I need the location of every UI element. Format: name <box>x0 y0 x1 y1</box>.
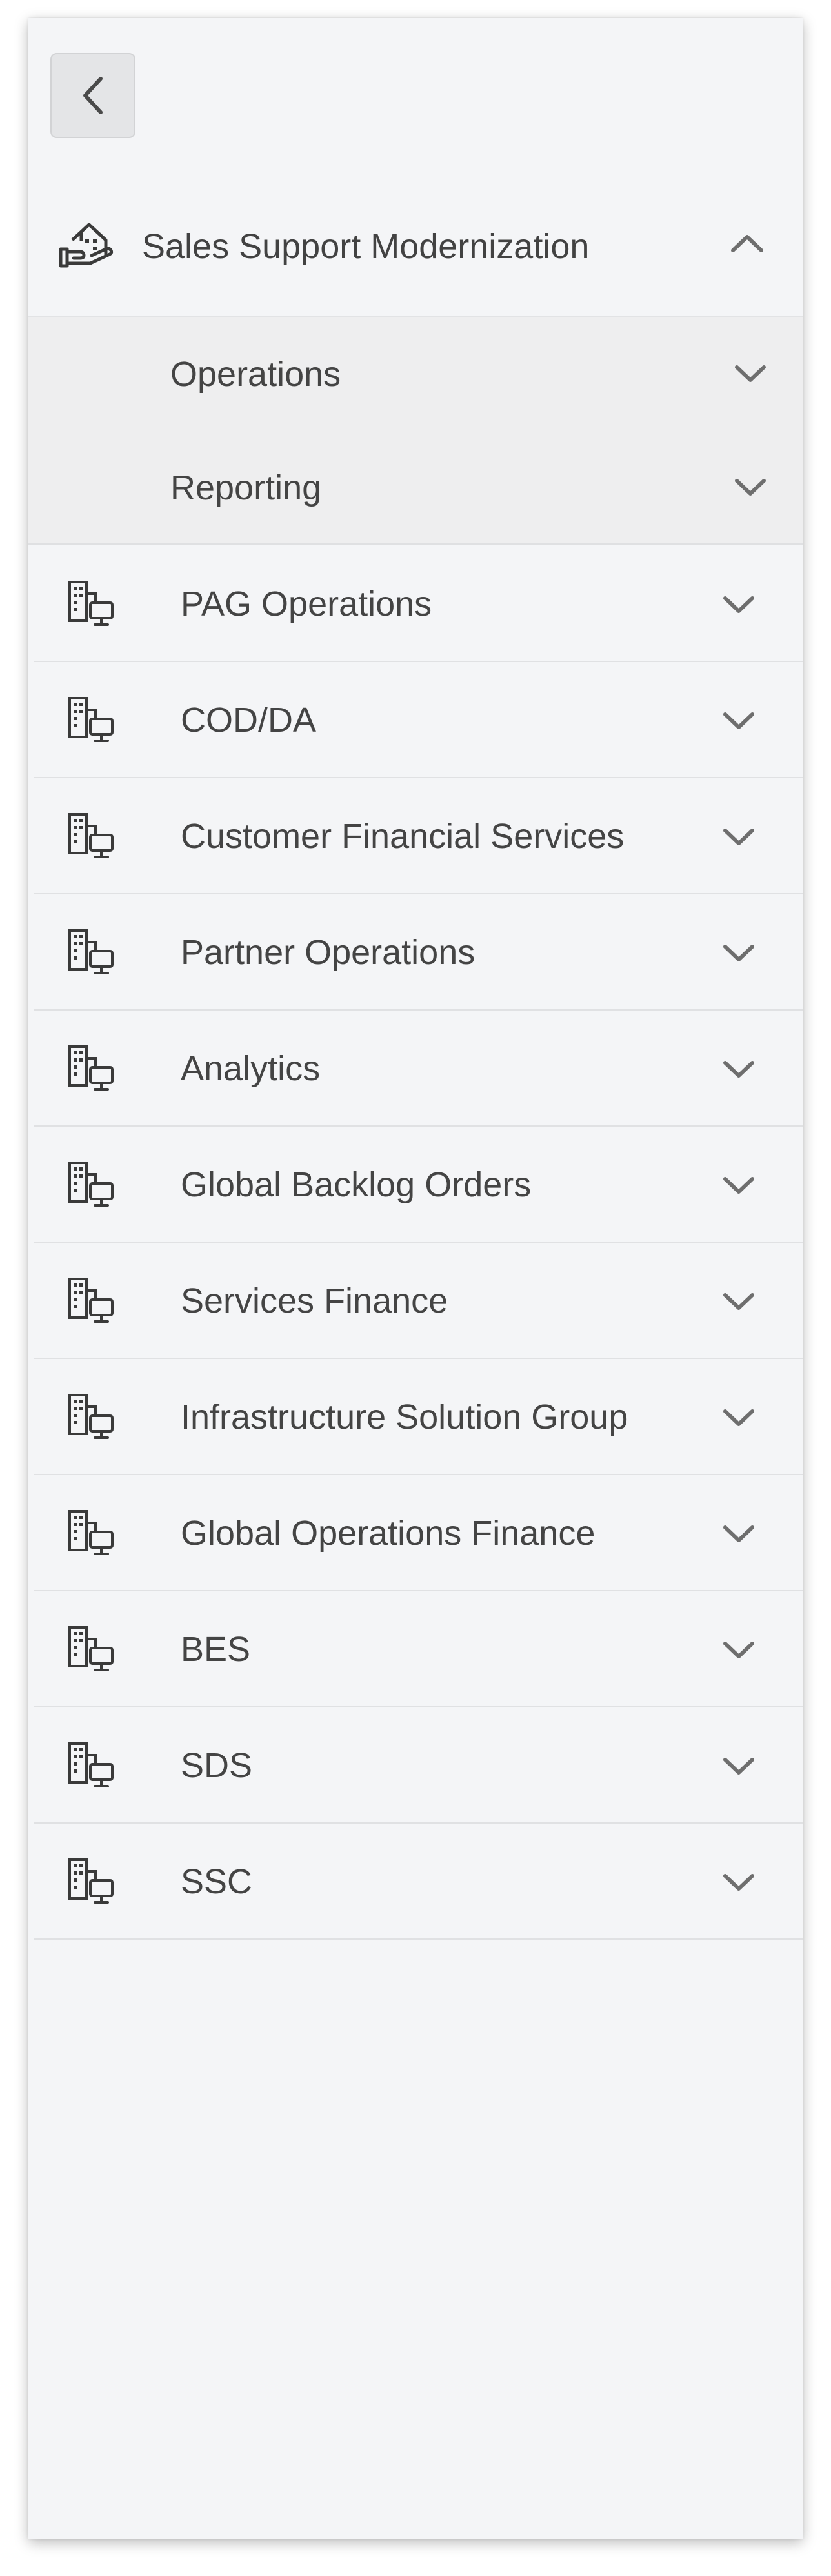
chevron-down-icon <box>721 1174 756 1196</box>
building-computer-icon <box>67 1160 116 1209</box>
nav-item-sds[interactable]: SDS <box>34 1707 803 1824</box>
sub-item-label: Operations <box>170 355 341 394</box>
chevron-down-icon <box>721 710 756 732</box>
section-header-sales-support-modernization[interactable]: Sales Support Modernization <box>28 177 803 317</box>
chevron-down-icon <box>721 826 756 848</box>
back-button[interactable] <box>50 53 135 138</box>
chevron-down-icon <box>721 942 756 964</box>
nav-item-infrastructure-solution-group[interactable]: Infrastructure Solution Group <box>34 1359 803 1475</box>
nav-item-partner-operations[interactable]: Partner Operations <box>34 894 803 1011</box>
section-sub-items: Operations Reporting <box>28 317 803 545</box>
sub-item-label: Reporting <box>170 468 322 507</box>
sub-item-operations[interactable]: Operations <box>28 317 803 431</box>
nav-item-ssc[interactable]: SSC <box>34 1824 803 1940</box>
chevron-down-icon <box>733 363 768 385</box>
chevron-down-icon <box>721 1291 756 1313</box>
building-computer-icon <box>67 1741 116 1790</box>
nav-item-pag-operations[interactable]: PAG Operations <box>34 546 803 662</box>
chevron-down-icon <box>721 1523 756 1545</box>
nav-item-label: SSC <box>181 1862 253 1901</box>
chevron-down-icon <box>721 1058 756 1080</box>
nav-item-global-backlog-orders[interactable]: Global Backlog Orders <box>34 1127 803 1243</box>
chevron-down-icon <box>721 1755 756 1777</box>
chevron-up-icon <box>729 232 765 256</box>
building-computer-icon <box>67 1857 116 1906</box>
building-computer-icon <box>67 1276 116 1325</box>
nav-item-label: BES <box>181 1630 251 1669</box>
building-computer-icon <box>67 1393 116 1442</box>
nav-list: PAG Operations COD/DA Customer Financial… <box>34 546 803 1940</box>
hand-holding-building-icon <box>58 216 114 271</box>
nav-item-label: Global Backlog Orders <box>181 1165 532 1204</box>
nav-item-services-finance[interactable]: Services Finance <box>34 1243 803 1359</box>
chevron-left-icon <box>80 75 106 116</box>
nav-item-bes[interactable]: BES <box>34 1591 803 1707</box>
building-computer-icon <box>67 928 116 977</box>
nav-item-label: Services Finance <box>181 1282 448 1320</box>
nav-item-label: SDS <box>181 1746 253 1785</box>
chevron-down-icon <box>721 1407 756 1429</box>
nav-item-label: COD/DA <box>181 701 317 740</box>
building-computer-icon <box>67 1625 116 1674</box>
nav-item-label: Analytics <box>181 1049 321 1088</box>
nav-item-label: Global Operations Finance <box>181 1514 596 1553</box>
nav-item-label: Customer Financial Services <box>181 817 625 856</box>
chevron-down-icon <box>721 1639 756 1661</box>
side-navigation-panel: Sales Support Modernization Operations R… <box>28 18 803 2539</box>
building-computer-icon <box>67 579 116 629</box>
chevron-down-icon <box>721 594 756 616</box>
nav-item-label: Partner Operations <box>181 933 476 972</box>
nav-item-customer-financial-services[interactable]: Customer Financial Services <box>34 778 803 894</box>
nav-item-label: PAG Operations <box>181 585 432 623</box>
building-computer-icon <box>67 1044 116 1093</box>
nav-item-global-operations-finance[interactable]: Global Operations Finance <box>34 1475 803 1591</box>
building-computer-icon <box>67 696 116 745</box>
sub-item-reporting[interactable]: Reporting <box>28 431 803 545</box>
building-computer-icon <box>67 812 116 861</box>
nav-item-analytics[interactable]: Analytics <box>34 1011 803 1127</box>
building-computer-icon <box>67 1509 116 1558</box>
nav-item-cod-da[interactable]: COD/DA <box>34 662 803 778</box>
chevron-down-icon <box>733 476 768 498</box>
section-title: Sales Support Modernization <box>142 227 590 266</box>
chevron-down-icon <box>721 1871 756 1893</box>
nav-item-label: Infrastructure Solution Group <box>181 1398 628 1436</box>
